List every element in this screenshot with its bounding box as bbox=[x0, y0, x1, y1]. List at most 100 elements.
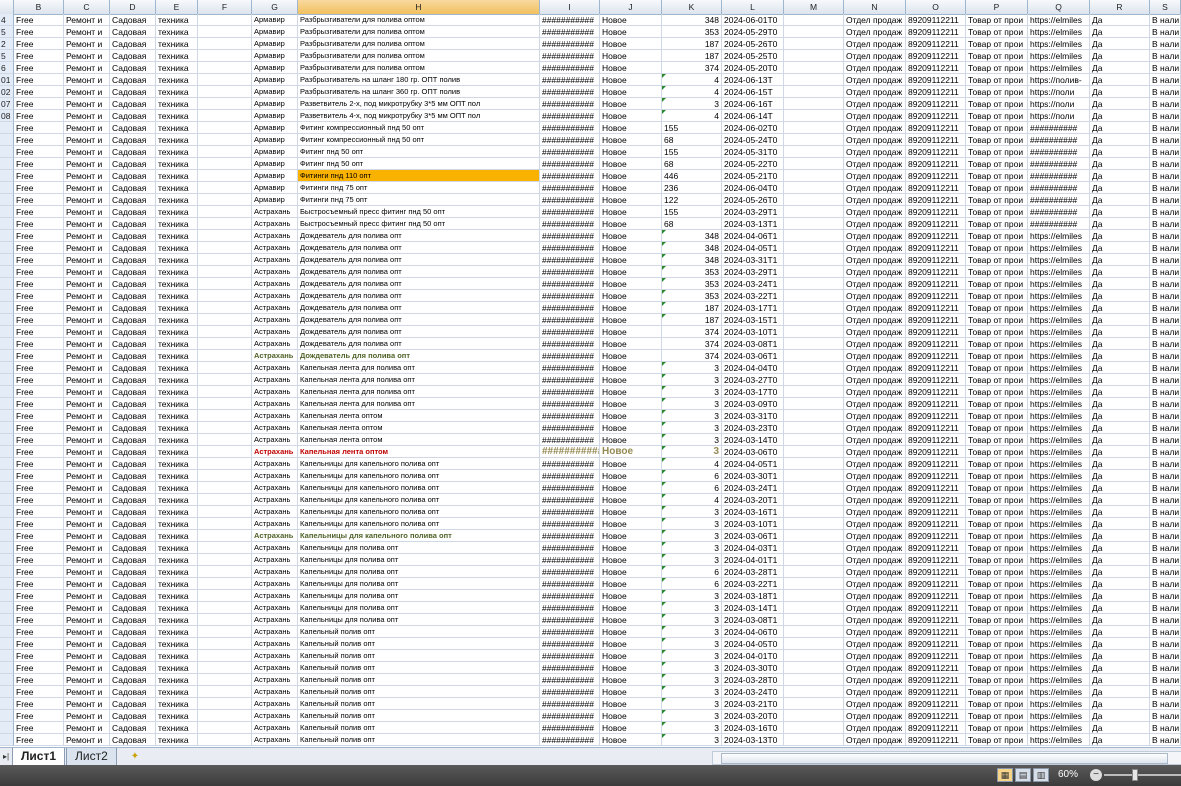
cell-f[interactable] bbox=[198, 26, 252, 38]
row-header[interactable]: 2 bbox=[0, 38, 14, 50]
cell-p[interactable]: Товар от прои bbox=[966, 182, 1028, 194]
cell-r[interactable]: Да bbox=[1090, 410, 1150, 422]
cell-i[interactable]: ########### bbox=[540, 482, 600, 494]
cell-n[interactable]: Отдел продаж bbox=[844, 410, 906, 422]
cell-q[interactable]: https://elmiles bbox=[1028, 734, 1090, 746]
cell-f[interactable] bbox=[198, 170, 252, 182]
cell-m[interactable] bbox=[784, 206, 844, 218]
cell-s[interactable]: В нали bbox=[1150, 146, 1181, 158]
cell-b[interactable]: Free bbox=[14, 254, 64, 266]
cell-g[interactable]: Астрахань bbox=[252, 266, 298, 278]
cell-g[interactable]: Астрахань bbox=[252, 638, 298, 650]
cell-h[interactable]: Капельный полив опт bbox=[298, 650, 540, 662]
cell-o[interactable]: 89209112211 bbox=[906, 158, 966, 170]
cell-f[interactable] bbox=[198, 698, 252, 710]
cell-c[interactable]: Ремонт и bbox=[64, 194, 110, 206]
row-header[interactable] bbox=[0, 662, 14, 674]
cell-s[interactable]: В нали bbox=[1150, 182, 1181, 194]
cell-e[interactable]: техника bbox=[156, 698, 198, 710]
cell-l[interactable]: 2024-03-28T0 bbox=[722, 674, 784, 686]
cell-f[interactable] bbox=[198, 542, 252, 554]
cell-n[interactable]: Отдел продаж bbox=[844, 62, 906, 74]
cell-c[interactable]: Ремонт и bbox=[64, 638, 110, 650]
cell-m[interactable] bbox=[784, 38, 844, 50]
spreadsheet-grid[interactable]: 4 Free Ремонт и Садовая техника Армавир Разбры… bbox=[0, 14, 1181, 747]
cell-i[interactable]: ########### bbox=[540, 410, 600, 422]
cell-k[interactable]: 348 bbox=[662, 230, 722, 242]
cell-l[interactable]: 2024-04-01T0 bbox=[722, 650, 784, 662]
cell-k[interactable]: 187 bbox=[662, 302, 722, 314]
cell-r[interactable]: Да bbox=[1090, 242, 1150, 254]
cell-o[interactable]: 89209112211 bbox=[906, 722, 966, 734]
cell-j[interactable]: Новое bbox=[600, 674, 662, 686]
cell-c[interactable]: Ремонт и bbox=[64, 302, 110, 314]
cell-e[interactable]: техника bbox=[156, 446, 198, 458]
cell-p[interactable]: Товар от прои bbox=[966, 206, 1028, 218]
cell-f[interactable] bbox=[198, 290, 252, 302]
cell-n[interactable]: Отдел продаж bbox=[844, 626, 906, 638]
row-header[interactable] bbox=[0, 350, 14, 362]
cell-i[interactable]: ########### bbox=[540, 74, 600, 86]
cell-n[interactable]: Отдел продаж bbox=[844, 38, 906, 50]
cell-n[interactable]: Отдел продаж bbox=[844, 530, 906, 542]
cell-k[interactable]: 3 bbox=[662, 398, 722, 410]
cell-l[interactable]: 2024-03-29T1 bbox=[722, 206, 784, 218]
cell-e[interactable]: техника bbox=[156, 110, 198, 122]
cell-m[interactable] bbox=[784, 146, 844, 158]
cell-m[interactable] bbox=[784, 602, 844, 614]
cell-g[interactable]: Астрахань bbox=[252, 350, 298, 362]
cell-d[interactable]: Садовая bbox=[110, 494, 156, 506]
cell-h[interactable]: Быстросъемный пресс фитинг пнд 50 опт bbox=[298, 218, 540, 230]
cell-m[interactable] bbox=[784, 626, 844, 638]
cell-f[interactable] bbox=[198, 446, 252, 458]
cell-l[interactable]: 2024-03-06T1 bbox=[722, 530, 784, 542]
cell-d[interactable]: Садовая bbox=[110, 14, 156, 26]
cell-r[interactable]: Да bbox=[1090, 62, 1150, 74]
cell-d[interactable]: Садовая bbox=[110, 650, 156, 662]
cell-l[interactable]: 2024-03-10T1 bbox=[722, 518, 784, 530]
cell-q[interactable]: https://elmiles bbox=[1028, 398, 1090, 410]
cell-q[interactable]: ########## bbox=[1028, 182, 1090, 194]
cell-f[interactable] bbox=[198, 734, 252, 746]
cell-r[interactable]: Да bbox=[1090, 614, 1150, 626]
cell-b[interactable]: Free bbox=[14, 434, 64, 446]
cell-m[interactable] bbox=[784, 650, 844, 662]
cell-r[interactable]: Да bbox=[1090, 146, 1150, 158]
cell-j[interactable]: Новое bbox=[600, 650, 662, 662]
cell-b[interactable]: Free bbox=[14, 230, 64, 242]
cell-r[interactable]: Да bbox=[1090, 170, 1150, 182]
cell-l[interactable]: 2024-04-05T0 bbox=[722, 638, 784, 650]
cell-m[interactable] bbox=[784, 158, 844, 170]
cell-i[interactable]: ########### bbox=[540, 446, 600, 458]
row-header[interactable] bbox=[0, 410, 14, 422]
cell-m[interactable] bbox=[784, 26, 844, 38]
cell-h[interactable]: Капельный полив опт bbox=[298, 662, 540, 674]
cell-n[interactable]: Отдел продаж bbox=[844, 698, 906, 710]
row-header[interactable]: 01 bbox=[0, 74, 14, 86]
cell-p[interactable]: Товар от прои bbox=[966, 326, 1028, 338]
cell-s[interactable]: В нали bbox=[1150, 38, 1181, 50]
cell-r[interactable]: Да bbox=[1090, 362, 1150, 374]
cell-j[interactable]: Новое bbox=[600, 734, 662, 746]
row-header[interactable] bbox=[0, 722, 14, 734]
cell-p[interactable]: Товар от прои bbox=[966, 374, 1028, 386]
column-header-m[interactable]: M bbox=[784, 0, 844, 14]
cell-e[interactable]: техника bbox=[156, 158, 198, 170]
cell-h[interactable]: Дождеватель для полива опт bbox=[298, 242, 540, 254]
cell-b[interactable]: Free bbox=[14, 494, 64, 506]
cell-h[interactable]: Капельницы для полива опт bbox=[298, 578, 540, 590]
cell-h[interactable]: Разбрызгиватель на шланг 360 гр. ОПТ пол… bbox=[298, 86, 540, 98]
cell-l[interactable]: 2024-03-27T0 bbox=[722, 374, 784, 386]
cell-p[interactable]: Товар от прои bbox=[966, 26, 1028, 38]
cell-m[interactable] bbox=[784, 350, 844, 362]
cell-o[interactable]: 89209112211 bbox=[906, 50, 966, 62]
cell-q[interactable]: https://elmiles bbox=[1028, 62, 1090, 74]
cell-r[interactable]: Да bbox=[1090, 182, 1150, 194]
cell-g[interactable]: Астрахань bbox=[252, 578, 298, 590]
cell-c[interactable]: Ремонт и bbox=[64, 242, 110, 254]
cell-d[interactable]: Садовая bbox=[110, 194, 156, 206]
row-header[interactable] bbox=[0, 590, 14, 602]
cell-g[interactable]: Астрахань bbox=[252, 662, 298, 674]
cell-h[interactable]: Дождеватель для полива опт bbox=[298, 338, 540, 350]
cell-g[interactable]: Армавир bbox=[252, 98, 298, 110]
